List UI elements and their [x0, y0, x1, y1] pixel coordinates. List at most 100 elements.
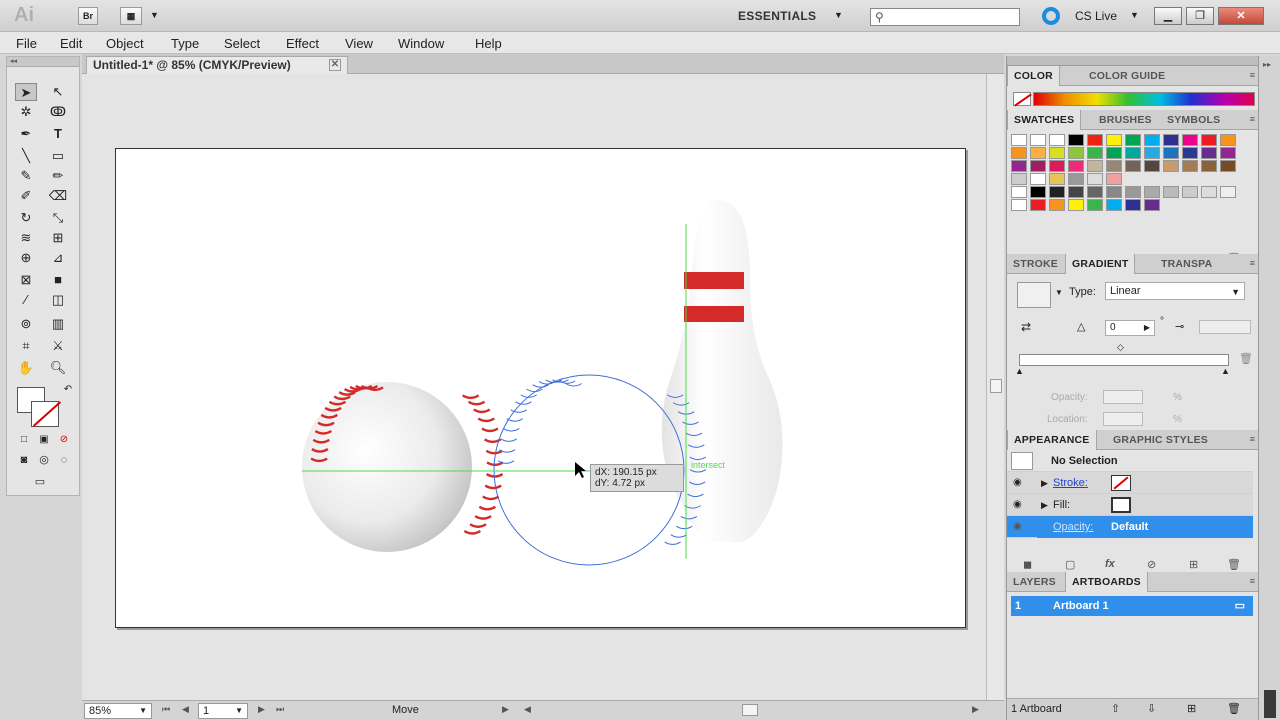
- color-spectrum[interactable]: [1033, 92, 1255, 106]
- eyedropper-tool-icon[interactable]: ⁄: [15, 291, 37, 309]
- color-swatch[interactable]: [1087, 186, 1103, 198]
- color-swatch[interactable]: [1030, 186, 1046, 198]
- zoom-tool-icon[interactable]: 🔍︎: [47, 359, 69, 377]
- tab-stroke[interactable]: STROKE: [1007, 254, 1064, 274]
- gradient-midpoint-icon[interactable]: ◇: [1117, 342, 1124, 353]
- chevron-down-icon[interactable]: ▼: [1130, 10, 1139, 20]
- tab-color-guide[interactable]: COLOR GUIDE: [1083, 66, 1171, 86]
- expand-triangle-icon[interactable]: ▶: [1041, 472, 1048, 494]
- color-swatch[interactable]: [1049, 186, 1065, 198]
- gradient-location-input[interactable]: [1103, 412, 1143, 426]
- color-swatch[interactable]: [1144, 134, 1160, 146]
- tab-brushes[interactable]: BRUSHES: [1093, 110, 1158, 130]
- tab-appearance[interactable]: APPEARANCE: [1007, 430, 1097, 450]
- appearance-fill-row[interactable]: ◉ ▶ Fill:: [1007, 494, 1253, 516]
- dock-grip[interactable]: [1007, 56, 1259, 66]
- chevron-down-icon[interactable]: ▼: [150, 10, 159, 20]
- scroll-right-icon[interactable]: ▶: [972, 704, 979, 715]
- lasso-tool-icon[interactable]: ↂ: [47, 103, 69, 121]
- color-swatch[interactable]: [1182, 160, 1198, 172]
- color-swatch[interactable]: [1030, 134, 1046, 146]
- tab-color[interactable]: COLOR: [1007, 66, 1060, 86]
- fill-swatch[interactable]: [1111, 497, 1131, 513]
- color-mode-icon[interactable]: □: [13, 431, 35, 449]
- color-swatch[interactable]: [1106, 199, 1122, 211]
- tab-symbols[interactable]: SYMBOLS: [1161, 110, 1226, 130]
- color-swatch[interactable]: [1201, 147, 1217, 159]
- restore-button[interactable]: ❐: [1186, 7, 1214, 25]
- color-swatch[interactable]: [1182, 147, 1198, 159]
- column-graph-tool-icon[interactable]: ▥: [47, 315, 69, 333]
- color-swatch[interactable]: [1011, 160, 1027, 172]
- color-swatch[interactable]: [1068, 199, 1084, 211]
- scroll-left-icon[interactable]: ◀: [524, 704, 531, 715]
- opacity-link[interactable]: Opacity:: [1053, 516, 1093, 538]
- color-swatch[interactable]: [1068, 186, 1084, 198]
- direct-selection-tool-icon[interactable]: ↖: [47, 83, 69, 101]
- baseball[interactable]: [302, 382, 504, 552]
- color-swatch[interactable]: [1087, 147, 1103, 159]
- move-up-icon[interactable]: ⇧: [1111, 699, 1120, 719]
- first-artboard-icon[interactable]: ⏮: [162, 704, 170, 715]
- move-down-icon[interactable]: ⇩: [1147, 699, 1156, 719]
- status-menu-icon[interactable]: ▶: [502, 704, 509, 715]
- trash-icon[interactable]: 🗑︎: [1227, 558, 1241, 571]
- artboard-navigation-select[interactable]: 1 ▼: [198, 703, 248, 719]
- clear-appearance-icon[interactable]: ⊘: [1147, 558, 1156, 571]
- search-input[interactable]: ⚲: [870, 8, 1020, 26]
- draw-behind-icon[interactable]: ◎: [33, 451, 55, 469]
- color-swatch[interactable]: [1125, 160, 1141, 172]
- menu-effect[interactable]: Effect: [286, 36, 319, 51]
- color-swatch[interactable]: [1220, 147, 1236, 159]
- duplicate-item-icon[interactable]: ⊞: [1189, 558, 1198, 571]
- color-swatch[interactable]: [1011, 147, 1027, 159]
- color-swatch[interactable]: [1163, 160, 1179, 172]
- dock-scroll-thumb[interactable]: [1264, 690, 1276, 718]
- rectangle-tool-icon[interactable]: ▭: [47, 147, 69, 165]
- stroke-swatch[interactable]: [1111, 475, 1131, 491]
- color-swatch[interactable]: [1220, 134, 1236, 146]
- aspect-ratio-input[interactable]: [1199, 320, 1251, 334]
- color-swatch[interactable]: [1011, 173, 1027, 185]
- hand-tool-icon[interactable]: ✋: [15, 359, 37, 377]
- color-swatch[interactable]: [1068, 160, 1084, 172]
- mesh-tool-icon[interactable]: ⊠: [15, 271, 37, 289]
- tab-layers[interactable]: LAYERS: [1007, 572, 1062, 592]
- new-artboard-icon[interactable]: ⊞: [1187, 699, 1196, 719]
- artboard-options-icon[interactable]: ▭: [1235, 596, 1245, 616]
- magic-wand-tool-icon[interactable]: ✲: [15, 103, 37, 121]
- stroke-color-swatch[interactable]: [31, 401, 59, 427]
- expand-triangle-icon[interactable]: ▶: [1041, 494, 1048, 516]
- eye-icon[interactable]: ◉: [1013, 500, 1029, 510]
- menu-file[interactable]: File: [16, 36, 37, 51]
- paintbrush-tool-icon[interactable]: ✎: [15, 167, 37, 185]
- appearance-opacity-row[interactable]: ◉ Opacity: Default: [1007, 516, 1253, 538]
- eraser-tool-icon[interactable]: ⌫: [47, 187, 69, 205]
- color-swatch[interactable]: [1163, 186, 1179, 198]
- color-swatch[interactable]: [1049, 199, 1065, 211]
- color-swatch[interactable]: [1125, 199, 1141, 211]
- gradient-mode-icon[interactable]: ▣: [33, 431, 55, 449]
- appearance-stroke-row[interactable]: ◉ ▶ Stroke:: [1007, 472, 1253, 494]
- tab-swatches[interactable]: SWATCHES: [1007, 110, 1082, 130]
- last-artboard-icon[interactable]: ⏭: [276, 704, 284, 715]
- trash-icon[interactable]: 🗑︎: [1239, 352, 1253, 365]
- gradient-tool-icon[interactable]: ■: [47, 271, 69, 289]
- color-swatch[interactable]: [1030, 173, 1046, 185]
- swap-colors-icon[interactable]: ↶: [57, 381, 79, 399]
- color-swatch[interactable]: [1106, 134, 1122, 146]
- add-new-stroke-icon[interactable]: ◼: [1023, 558, 1032, 571]
- panel-collapse-strip[interactable]: ▸▸: [1258, 56, 1280, 720]
- artboard-tool-icon[interactable]: ⌗: [15, 337, 37, 355]
- perspective-grid-tool-icon[interactable]: ⊿: [47, 249, 69, 267]
- color-swatch[interactable]: [1106, 147, 1122, 159]
- gradient-opacity-input[interactable]: [1103, 390, 1143, 404]
- color-swatch[interactable]: [1201, 160, 1217, 172]
- color-swatch[interactable]: [1144, 147, 1160, 159]
- next-artboard-icon[interactable]: ▶: [258, 704, 265, 715]
- workspace-switcher[interactable]: ESSENTIALS: [738, 9, 816, 23]
- cs-live-icon[interactable]: [1042, 7, 1060, 25]
- gradient-preview-swatch[interactable]: [1017, 282, 1051, 308]
- menu-help[interactable]: Help: [475, 36, 502, 51]
- color-swatch[interactable]: [1049, 134, 1065, 146]
